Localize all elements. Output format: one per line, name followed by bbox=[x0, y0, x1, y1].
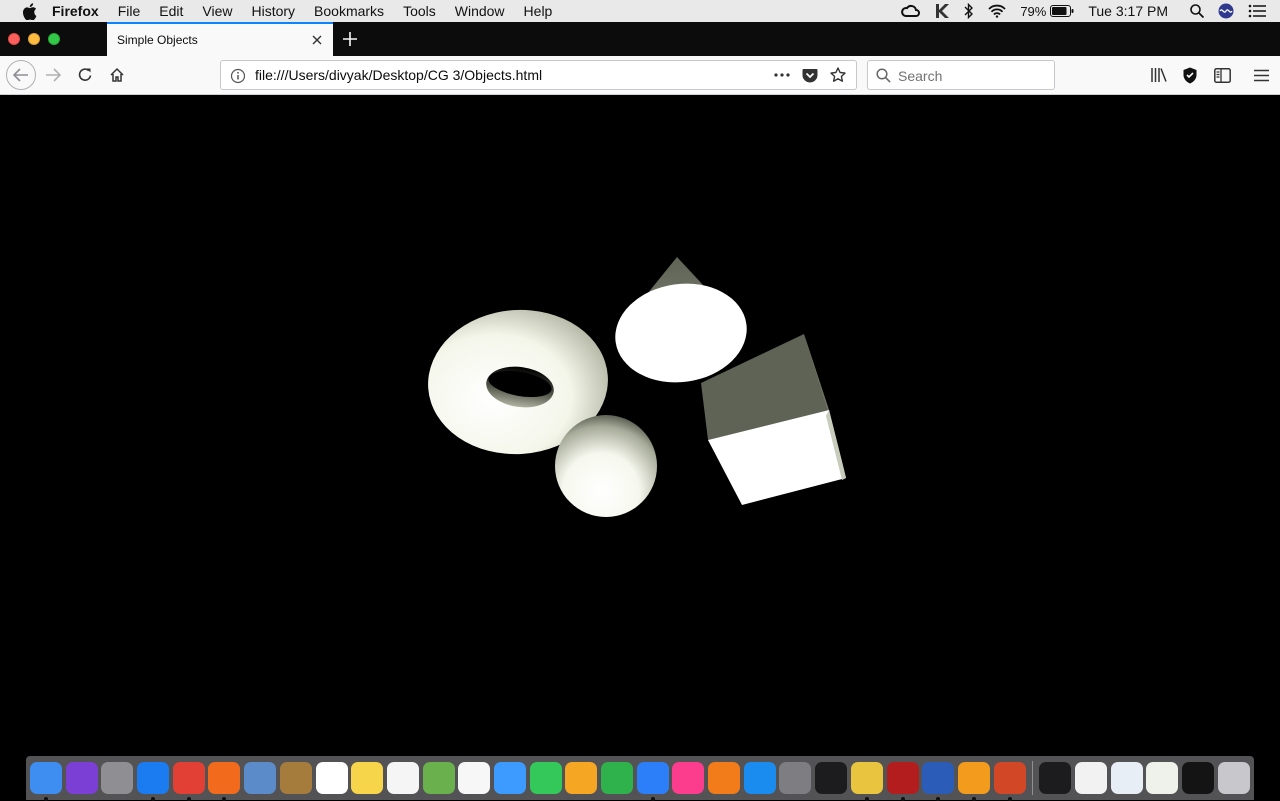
chrome-icon[interactable] bbox=[172, 762, 205, 801]
menu-file[interactable]: File bbox=[118, 3, 141, 19]
wifi-icon[interactable] bbox=[988, 4, 1006, 18]
menu-edit[interactable]: Edit bbox=[159, 3, 183, 19]
keynote-icon[interactable] bbox=[636, 762, 669, 801]
battery-percent: 79% bbox=[1020, 3, 1047, 19]
creative-cloud-icon[interactable] bbox=[900, 4, 921, 18]
running-indicator bbox=[151, 797, 156, 801]
document-thumbnail-icon[interactable] bbox=[1074, 762, 1107, 794]
bluetooth-icon[interactable] bbox=[964, 3, 974, 19]
dock-separator bbox=[1032, 761, 1034, 795]
url-text[interactable]: file:///Users/divyak/Desktop/CG 3/Object… bbox=[255, 67, 542, 83]
site-info-icon[interactable] bbox=[230, 68, 246, 89]
url-bar[interactable]: file:///Users/divyak/Desktop/CG 3/Object… bbox=[220, 60, 857, 90]
photos-icon[interactable] bbox=[458, 762, 491, 794]
launchpad-icon[interactable] bbox=[101, 762, 134, 794]
numbers-icon[interactable] bbox=[601, 762, 633, 794]
search-icon bbox=[876, 68, 891, 88]
reload-button[interactable] bbox=[70, 60, 100, 90]
k-app-icon[interactable] bbox=[934, 3, 950, 19]
dock bbox=[26, 756, 1254, 801]
spotlight-icon[interactable] bbox=[1190, 4, 1204, 18]
menu-clock[interactable]: Tue 3:17 PM bbox=[1088, 3, 1168, 19]
privacy-shield-icon[interactable] bbox=[1175, 60, 1205, 90]
notification-center-icon[interactable] bbox=[1248, 4, 1266, 18]
webgl-canvas[interactable] bbox=[0, 95, 1280, 755]
safari-icon[interactable] bbox=[137, 762, 170, 801]
battery-icon[interactable] bbox=[1050, 5, 1074, 17]
messages-icon[interactable] bbox=[493, 762, 526, 794]
hamburger-menu-icon[interactable] bbox=[1246, 60, 1276, 90]
menu-help[interactable]: Help bbox=[524, 3, 553, 19]
running-indicator bbox=[186, 797, 191, 801]
running-indicator bbox=[900, 797, 905, 801]
app-store-icon[interactable] bbox=[743, 762, 776, 794]
notes-icon[interactable] bbox=[351, 762, 384, 794]
menu-bookmarks[interactable]: Bookmarks bbox=[314, 3, 384, 19]
bookmark-star-icon[interactable] bbox=[824, 65, 852, 85]
library-icon[interactable] bbox=[1144, 60, 1174, 90]
document-thumbnail-icon[interactable] bbox=[1146, 762, 1179, 794]
finder-icon[interactable] bbox=[30, 762, 62, 801]
running-indicator bbox=[222, 797, 227, 801]
itunes-icon[interactable] bbox=[672, 762, 705, 794]
menu-tools[interactable]: Tools bbox=[403, 3, 436, 19]
system-preferences-icon[interactable] bbox=[779, 762, 812, 794]
home-button[interactable] bbox=[102, 60, 132, 90]
running-indicator bbox=[936, 797, 941, 801]
calendar-icon[interactable] bbox=[315, 762, 348, 794]
document-thumbnail-icon[interactable] bbox=[1182, 762, 1214, 794]
acrobat-icon[interactable] bbox=[886, 762, 919, 801]
search-input[interactable] bbox=[898, 66, 1048, 86]
maps-icon[interactable] bbox=[422, 762, 455, 794]
running-indicator bbox=[650, 797, 655, 801]
menu-window[interactable]: Window bbox=[455, 3, 505, 19]
powerpoint-icon[interactable] bbox=[993, 762, 1026, 801]
notebook-icon[interactable] bbox=[279, 762, 312, 794]
sidebar-icon[interactable] bbox=[1207, 60, 1237, 90]
terminal-icon[interactable] bbox=[815, 762, 848, 794]
siri-menu-icon[interactable] bbox=[1218, 3, 1234, 19]
page-actions-menu-icon[interactable] bbox=[768, 65, 796, 85]
running-indicator bbox=[1007, 797, 1012, 801]
tab-strip: Simple Objects bbox=[0, 22, 1280, 56]
document-thumbnail-icon[interactable] bbox=[1110, 762, 1143, 794]
sphere-object bbox=[555, 415, 657, 517]
back-button[interactable] bbox=[6, 60, 36, 90]
new-tab-button[interactable] bbox=[339, 27, 361, 51]
cyberduck-icon[interactable] bbox=[850, 762, 883, 801]
menu-bar: Firefox File Edit View History Bookmarks… bbox=[0, 0, 1280, 22]
tab-title: Simple Objects bbox=[117, 33, 198, 47]
page-content bbox=[0, 95, 1280, 755]
close-tab-icon[interactable] bbox=[309, 32, 325, 48]
running-indicator bbox=[864, 797, 869, 801]
zoom-window-button[interactable] bbox=[48, 33, 60, 45]
facetime-icon[interactable] bbox=[529, 762, 562, 794]
minimize-window-button[interactable] bbox=[28, 33, 40, 45]
html-file-icon[interactable] bbox=[1039, 762, 1072, 794]
apple-menu-icon[interactable] bbox=[20, 2, 38, 20]
menu-history[interactable]: History bbox=[251, 3, 295, 19]
books-icon[interactable] bbox=[708, 762, 741, 794]
preview-icon[interactable] bbox=[244, 762, 277, 794]
sublime-icon[interactable] bbox=[957, 762, 990, 801]
search-bar[interactable] bbox=[867, 60, 1055, 90]
page-actions bbox=[768, 65, 852, 85]
siri-icon[interactable] bbox=[65, 762, 98, 794]
window-controls bbox=[8, 33, 68, 45]
running-indicator bbox=[44, 797, 48, 801]
firefox-icon[interactable] bbox=[208, 762, 241, 801]
word-icon[interactable] bbox=[922, 762, 955, 801]
close-window-button[interactable] bbox=[8, 33, 20, 45]
pages-icon[interactable] bbox=[565, 762, 598, 794]
forward-button[interactable] bbox=[38, 60, 68, 90]
pocket-icon[interactable] bbox=[796, 65, 824, 85]
running-indicator bbox=[971, 797, 976, 801]
reminders-icon[interactable] bbox=[386, 762, 419, 794]
tab-simple-objects[interactable]: Simple Objects bbox=[107, 22, 333, 56]
menu-app-name[interactable]: Firefox bbox=[52, 3, 99, 19]
trash-icon[interactable] bbox=[1217, 762, 1250, 794]
navigation-toolbar: file:///Users/divyak/Desktop/CG 3/Object… bbox=[0, 56, 1280, 95]
menu-view[interactable]: View bbox=[202, 3, 232, 19]
